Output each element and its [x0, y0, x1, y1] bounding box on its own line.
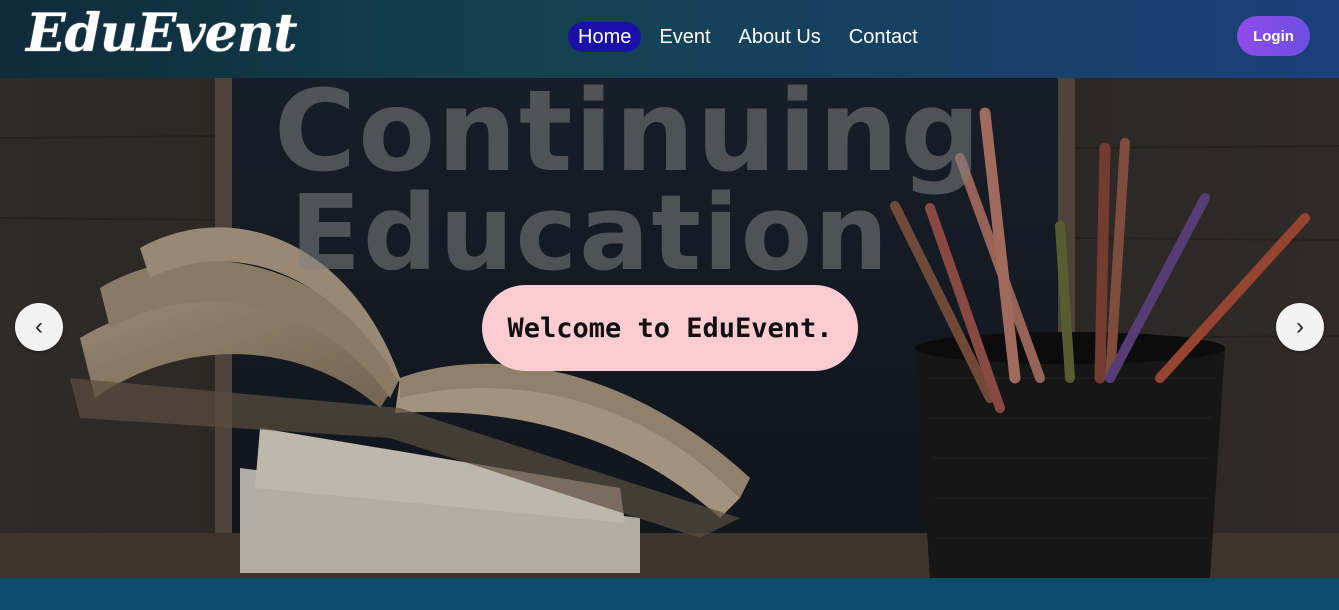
nav-home-link[interactable]: Home: [568, 22, 642, 52]
eduevent-logo[interactable]: EduEvent: [26, 2, 298, 66]
carousel-next-button[interactable]: ›: [1276, 303, 1324, 351]
nav-contact-link[interactable]: Contact: [839, 22, 928, 52]
carousel-prev-button[interactable]: ‹: [15, 303, 63, 351]
chevron-right-icon: ›: [1296, 313, 1304, 340]
main-nav: Home Event About Us Contact: [568, 22, 928, 52]
nav-about-us-link[interactable]: About Us: [729, 22, 831, 52]
login-button[interactable]: Login: [1237, 16, 1310, 56]
hero-carousel: Continuing Education ‹ › Welcome to EduE…: [0, 78, 1339, 578]
nav-event-link[interactable]: Event: [649, 22, 720, 52]
chevron-left-icon: ‹: [35, 313, 43, 340]
chalkboard-text-line2: Education: [290, 172, 891, 294]
welcome-banner: Welcome to EduEvent.: [482, 285, 858, 371]
section-divider-strip: [0, 578, 1339, 610]
top-navbar: EduEvent Home Event About Us Contact Log…: [0, 0, 1339, 78]
